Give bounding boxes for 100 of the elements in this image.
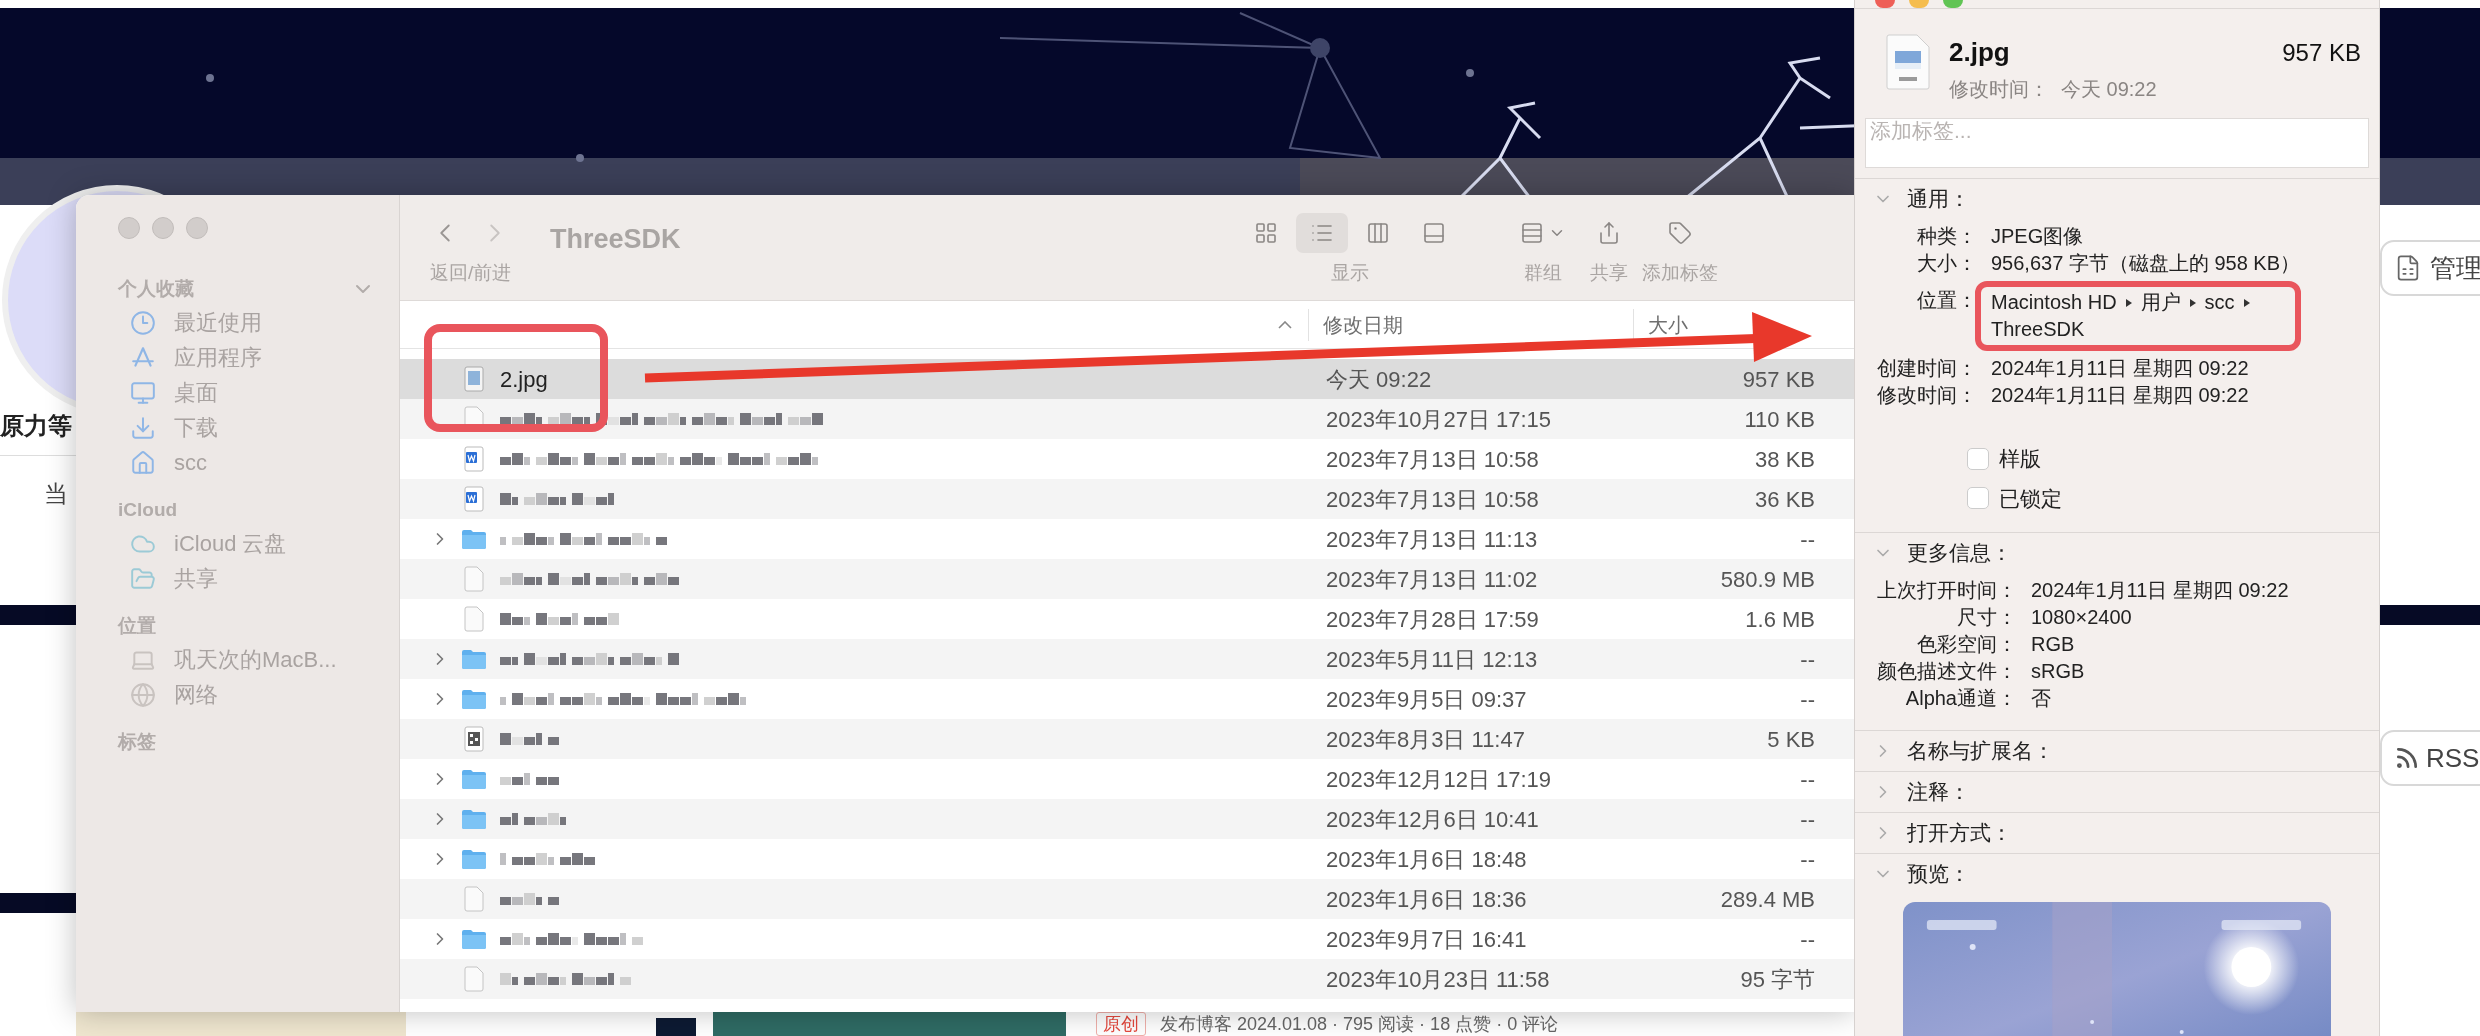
minimize-window-button[interactable] (152, 217, 174, 239)
checkbox[interactable] (1967, 487, 1989, 510)
file-row[interactable]: 2023年7月13日 11:02 580.9 MB (400, 559, 1854, 599)
table-cell-text: 1.6 MB (1744, 605, 1816, 634)
field-label: 颜色描述文件： (1877, 659, 2017, 684)
file-row[interactable]: 2023年12月6日 10:41 -- (400, 799, 1854, 839)
column-header[interactable]: 修改日期 (1323, 309, 1403, 340)
section-title[interactable]: 打开方式： (1907, 817, 2012, 849)
field-value: 今天 09:22 (2061, 77, 2157, 102)
path-arrow-icon (2188, 297, 2197, 308)
file-row[interactable]: 2023年1月6日 18:36 289.4 MB (400, 879, 1854, 919)
view-mode-button[interactable] (1296, 213, 1348, 253)
document-icon (464, 486, 484, 512)
file-name: 2.jpg (1949, 36, 2010, 69)
file-icon (464, 566, 484, 592)
sidebar-section-title: iCloud (118, 497, 178, 522)
table-cell-text: 580.9 MB (1719, 565, 1816, 594)
toolbar-label: 添加标签 (1642, 261, 1718, 285)
field-label: 上次打开时间： (1877, 578, 2017, 603)
folder-icon (461, 768, 487, 790)
close-window-button[interactable] (118, 217, 140, 239)
field-label: 修改时间： (1877, 383, 1977, 408)
shared-folder-icon (130, 565, 156, 592)
path-segment[interactable]: Macintosh HD (1991, 289, 2117, 316)
home-icon (130, 449, 156, 476)
table-cell-text: -- (1799, 925, 1816, 954)
table-cell-text: 2023年7月13日 10:58 (1325, 485, 1540, 514)
share-icon (1597, 221, 1621, 245)
minimize-window-button[interactable] (1909, 0, 1929, 8)
file-name: 2.jpg (500, 365, 548, 394)
column-header[interactable]: 大小 (1648, 309, 1688, 340)
blurred-name (500, 731, 560, 747)
jpg-file-icon (1885, 33, 1931, 91)
folder-icon (461, 928, 487, 950)
path-segment[interactable]: 用户 (2140, 289, 2181, 316)
table-cell-text: 2023年10月23日 11:58 (1325, 965, 1551, 994)
sidebar-section-title: 标签 (118, 729, 156, 754)
grid-icon (1254, 221, 1278, 245)
table-cell-text: -- (1799, 805, 1816, 834)
rss-button[interactable]: RSS (2380, 730, 2480, 786)
zoom-window-button[interactable] (186, 217, 208, 239)
table-cell-text: 2023年7月13日 11:13 (1325, 525, 1539, 554)
table-cell-text: 95 字节 (1739, 965, 1816, 994)
table-cell-text: 5 KB (1766, 725, 1816, 754)
section-title[interactable]: 预览： (1907, 858, 1970, 890)
table-cell-text: 2023年1月6日 18:48 (1325, 845, 1528, 874)
section-heading: 原力等 (0, 411, 72, 441)
field-value: 2024年1月11日 星期四 09:22 (2031, 578, 2290, 603)
qr-code-icon (464, 726, 484, 752)
table-cell-text: 2023年1月6日 18:36 (1325, 885, 1528, 914)
table-cell-text: -- (1799, 525, 1816, 554)
checkbox[interactable] (1967, 447, 1989, 470)
file-row[interactable]: 2023年7月13日 10:58 36 KB (400, 479, 1854, 519)
zoom-window-button[interactable] (1943, 0, 1963, 8)
post-meta: 发布博客 2024.01.08 · 795 阅读 · 18 点赞 · 0 评论 (1160, 1012, 1559, 1036)
table-cell-text: 2023年9月7日 16:41 (1325, 925, 1528, 954)
document-icon (464, 446, 484, 472)
field-label: Alpha通道： (1904, 686, 2017, 711)
table-cell-text: -- (1799, 645, 1816, 674)
checkbox-label: 已锁定 (1999, 485, 2062, 512)
section-title[interactable]: 通用： (1907, 183, 1970, 215)
path-segment[interactable]: scc (2204, 289, 2235, 316)
rss-icon (2394, 745, 2420, 771)
table-cell-text: 2023年12月6日 10:41 (1325, 805, 1540, 834)
folder-icon (461, 688, 487, 710)
toolbar-label: 返回/前进 (430, 261, 513, 285)
field-label: 种类： (1916, 224, 1977, 249)
field-value: JPEG图像 (1991, 224, 2085, 249)
blurred-name (500, 771, 560, 787)
table-cell-text: 36 KB (1754, 485, 1816, 514)
section-title[interactable]: 名称与扩展名： (1907, 735, 2054, 767)
table-cell-text: 2023年9月5日 09:37 (1325, 685, 1528, 714)
section-title[interactable]: 注释： (1907, 776, 1970, 808)
folder-icon (461, 808, 487, 830)
file-row[interactable]: 2.jpg 今天 09:22 957 KB (400, 359, 1854, 399)
table-cell-text: 2023年10月27日 17:15 (1325, 405, 1553, 434)
file-row[interactable]: 2023年8月3日 11:47 5 KB (400, 719, 1854, 759)
toolbar-label: 群组 (1524, 261, 1562, 285)
file-icon (464, 886, 484, 912)
globe-icon (130, 681, 156, 708)
table-cell-text: 2023年5月11日 12:13 (1325, 645, 1539, 674)
tags-field[interactable]: 添加标签... (1865, 118, 2369, 168)
toolbar-label: 显示 (1331, 261, 1369, 285)
sidebar-section-title: 个人收藏 (118, 276, 194, 301)
table-cell-text: -- (1799, 685, 1816, 714)
group-icon (1520, 221, 1544, 245)
file-row[interactable]: 2023年10月23日 11:58 95 字节 (400, 959, 1854, 999)
path-arrow-icon (2124, 297, 2133, 308)
checkbox-label: 样版 (1999, 446, 2041, 472)
body-text: 当 (44, 479, 68, 509)
section-title[interactable]: 更多信息： (1907, 537, 2012, 569)
download-icon (130, 414, 156, 441)
file-row[interactable]: 2023年10月27日 17:15 110 KB (400, 399, 1854, 439)
file-row[interactable]: 2023年5月11日 12:13 -- (400, 639, 1854, 679)
field-value: 2024年1月11日 星期四 09:22 (1991, 383, 2250, 408)
close-window-button[interactable] (1875, 0, 1895, 8)
folder-icon (461, 648, 487, 670)
path-segment[interactable]: ThreeSDK (1991, 316, 2085, 343)
field-value: 1080×2400 (2031, 605, 2133, 630)
field-label: 色彩空间： (1916, 632, 2017, 657)
